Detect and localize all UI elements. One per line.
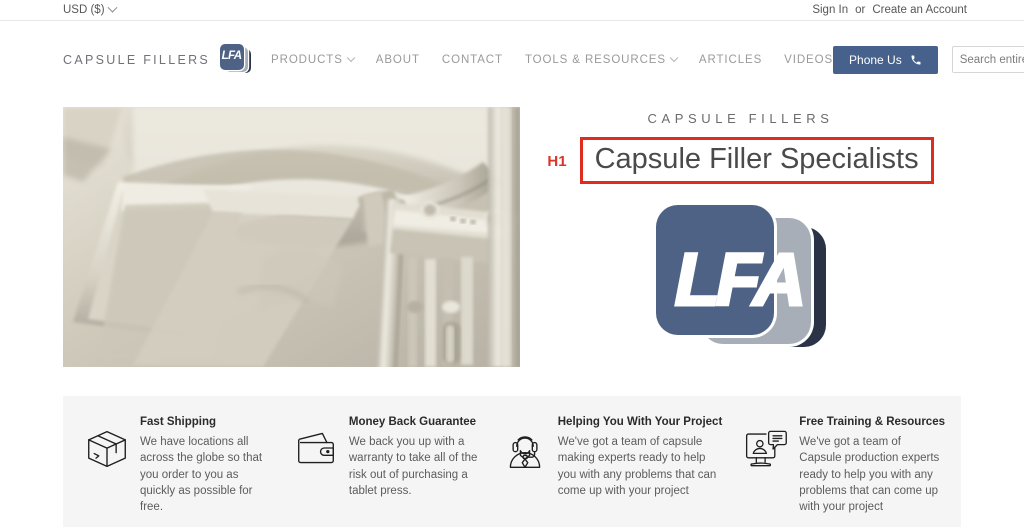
phone-us-button[interactable]: Phone Us bbox=[833, 45, 938, 74]
feature-title: Free Training & Resources bbox=[799, 416, 945, 428]
logo-layer-front: LFA bbox=[220, 44, 245, 70]
monitor-training-icon bbox=[744, 414, 788, 516]
feature-helping-you-with-your-project: Helping You With Your Project We've got … bbox=[489, 414, 731, 516]
utility-bar-right: Sign In or Create an Account bbox=[812, 4, 967, 16]
utility-bar: USD ($) Sign In or Create an Account bbox=[0, 0, 1024, 21]
feature-band: Fast Shipping We have locations all acro… bbox=[63, 396, 961, 527]
hero-image bbox=[63, 107, 520, 367]
currency-switcher[interactable]: USD ($) bbox=[63, 2, 117, 16]
hero-logo-mark-text: LFA bbox=[673, 238, 808, 322]
create-account-link[interactable]: Create an Account bbox=[872, 4, 967, 16]
hero-eyebrow: CAPSULE FILLERS bbox=[647, 111, 834, 126]
utility-bar-left: USD ($) bbox=[63, 2, 117, 16]
feature-title: Fast Shipping bbox=[140, 416, 217, 428]
search-input[interactable] bbox=[959, 53, 1024, 66]
nav-item-products[interactable]: PRODUCTS bbox=[271, 53, 356, 66]
nav-item-tools-and-resources[interactable]: TOOLS & RESOURCES bbox=[524, 53, 679, 66]
feature-text: We back you up with a warranty to take a… bbox=[348, 436, 478, 497]
currency-label: USD ($) bbox=[63, 4, 105, 16]
header-actions: Phone Us bbox=[833, 45, 1024, 74]
feature-fast-shipping: Fast Shipping We have locations all acro… bbox=[71, 414, 280, 516]
nav-item-articles[interactable]: ARTICLES bbox=[699, 54, 762, 66]
feature-title: Money Back Guarantee bbox=[348, 416, 477, 428]
logo-mark-text: LFA bbox=[221, 50, 243, 63]
nav-label: VIDEOS bbox=[784, 53, 834, 66]
nav-label: TOOLS & RESOURCES bbox=[524, 53, 666, 66]
headset-support-agent-icon bbox=[503, 414, 547, 516]
capsule-filling-machine-photo bbox=[63, 107, 520, 367]
search-box[interactable] bbox=[951, 46, 1024, 73]
main-navigation: PRODUCTS ABOUT CONTACT TOOLS & RESOURCES… bbox=[271, 53, 833, 66]
nav-item-videos[interactable]: VIDEOS bbox=[784, 54, 833, 66]
feature-text: We've got a team of Capsule production e… bbox=[799, 436, 940, 514]
phone-us-label: Phone Us bbox=[849, 52, 902, 67]
phone-icon bbox=[911, 55, 921, 64]
chevron-down-icon bbox=[107, 2, 117, 13]
wallet-icon bbox=[294, 414, 338, 516]
nav-label: PRODUCTS bbox=[271, 53, 343, 66]
nav-label: ARTICLES bbox=[698, 53, 763, 66]
h1-annotation-box: Capsule Filler Specialists bbox=[579, 137, 934, 185]
h1-annotation-tag: H1 bbox=[547, 153, 567, 171]
hero-copy: CAPSULE FILLERS H1 Capsule Filler Specia… bbox=[520, 107, 961, 372]
nav-label: CONTACT bbox=[441, 53, 503, 66]
feature-text: We've got a team of capsule making exper… bbox=[557, 436, 717, 497]
chevron-down-icon bbox=[346, 53, 356, 62]
package-box-icon bbox=[85, 414, 129, 516]
lfa-stacked-layers-logo-icon: LFA bbox=[220, 44, 252, 75]
feature-money-back-guarantee: Money Back Guarantee We back you up with… bbox=[280, 414, 489, 516]
feature-body: Free Training & Resources We've got a te… bbox=[799, 414, 945, 516]
nav-item-contact[interactable]: CONTACT bbox=[442, 54, 503, 66]
sign-in-link[interactable]: Sign In bbox=[812, 4, 848, 16]
feature-body: Fast Shipping We have locations all acro… bbox=[140, 414, 272, 516]
feature-free-training-and-resources: Free Training & Resources We've got a te… bbox=[730, 414, 953, 516]
site-header: CAPSULE FILLERS LFA PRODUCTS ABOUT CONTA… bbox=[0, 21, 1024, 98]
nav-label: ABOUT bbox=[375, 53, 420, 66]
brand-text: CAPSULE FILLERS bbox=[63, 52, 211, 67]
feature-body: Money Back Guarantee We back you up with… bbox=[349, 414, 481, 516]
hero-lfa-stacked-layers-logo-icon: LFA bbox=[655, 205, 826, 348]
page-title: Capsule Filler Specialists bbox=[594, 143, 919, 175]
feature-title: Helping You With Your Project bbox=[557, 416, 723, 428]
chevron-down-icon bbox=[669, 53, 679, 62]
feature-body: Helping You With Your Project We've got … bbox=[558, 414, 723, 516]
brand-logo[interactable]: CAPSULE FILLERS LFA bbox=[63, 44, 252, 75]
hero-section: CAPSULE FILLERS H1 Capsule Filler Specia… bbox=[0, 107, 1024, 372]
utility-separator: or bbox=[855, 4, 866, 16]
nav-item-about[interactable]: ABOUT bbox=[376, 54, 420, 66]
hero-heading-row: H1 Capsule Filler Specialists bbox=[547, 137, 934, 185]
feature-text: We have locations all across the globe s… bbox=[140, 436, 263, 514]
